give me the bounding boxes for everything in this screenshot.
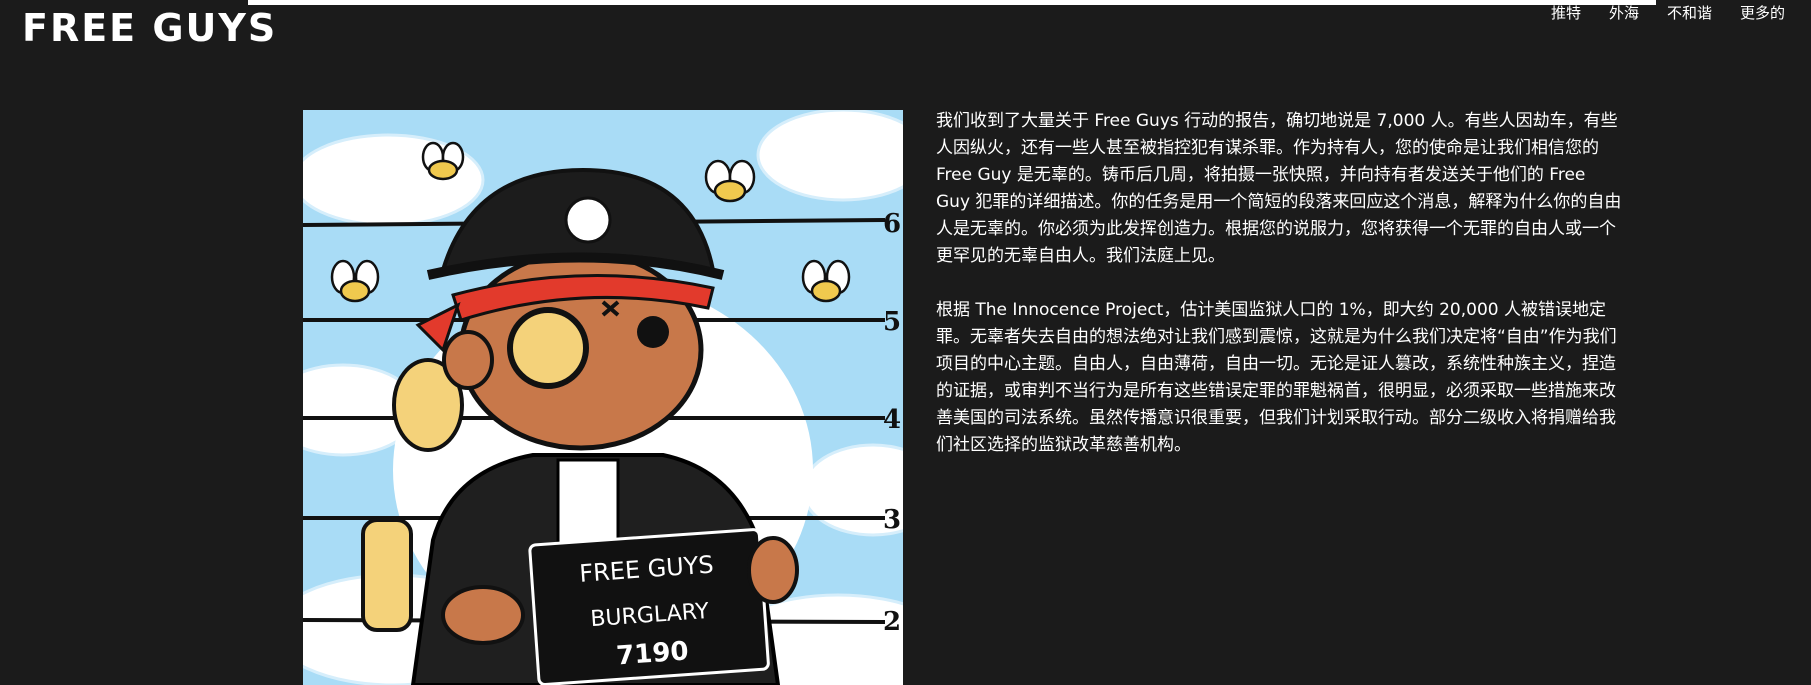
nav-more[interactable]: 更多的 <box>1740 2 1785 23</box>
height-mark-2: 2 <box>883 607 901 637</box>
story-paragraph-2: 根据 The Innocence Project，估计美国监狱人口的 1%，即大… <box>936 300 1617 455</box>
mugshot-illustration: 6 5 4 3 2 FREE GUYS BURGLARY 7190 <box>303 110 903 685</box>
story-section: 我们收到了大量关于 Free Guys 行动的报告，确切地说是 7,000 人。… <box>936 108 1624 486</box>
nav-twitter[interactable]: 推特 <box>1551 2 1581 23</box>
top-nav: 推特 外海 不和谐 更多的 <box>1551 2 1785 23</box>
nav-opensea[interactable]: 外海 <box>1609 2 1639 23</box>
height-mark-3: 3 <box>883 505 901 535</box>
header-divider <box>248 0 1656 5</box>
height-mark-5: 5 <box>883 307 901 337</box>
site-logo[interactable]: FREE GUYS <box>22 6 277 50</box>
height-mark-4: 4 <box>883 405 901 435</box>
placard-line3: 7190 <box>615 636 689 671</box>
nav-discord[interactable]: 不和谐 <box>1667 2 1712 23</box>
height-mark-6: 6 <box>883 209 901 239</box>
story-paragraph-1: 我们收到了大量关于 Free Guys 行动的报告，确切地说是 7,000 人。… <box>936 111 1622 266</box>
mugshot-artwork: 6 5 4 3 2 FREE GUYS BURGLARY 7190 <box>303 110 903 685</box>
